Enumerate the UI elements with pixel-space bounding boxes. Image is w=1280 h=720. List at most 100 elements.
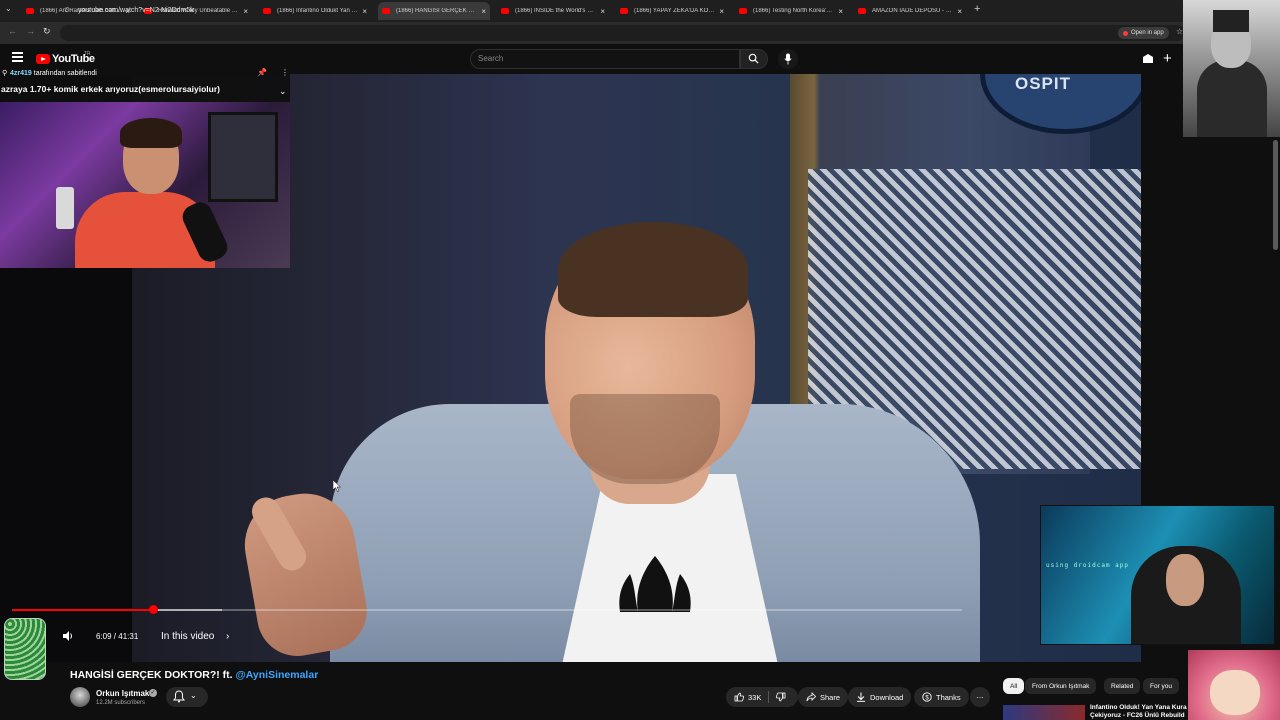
more-horiz-icon: ⋯ [976, 692, 984, 702]
photo-coat [1197, 60, 1267, 137]
forward-arrow-icon[interactable]: → [26, 26, 35, 36]
cat-photo-overlay [1188, 650, 1280, 720]
secondary-webcam [1040, 505, 1275, 645]
chip-for-you[interactable]: For you [1143, 678, 1180, 694]
pinned-message: azraya 1.70+ komik erkek arıyoruz(esmero… [1, 84, 220, 94]
close-tab-icon[interactable]: × [719, 7, 724, 16]
download-label: Download [870, 692, 904, 702]
webcam-person-hair [120, 118, 182, 148]
browser-tab[interactable]: AMAZON İADE DEPOSU - ÜRÜ...× [854, 2, 966, 20]
browser-tab[interactable]: (1866) Testing North Korea's ill... × [735, 2, 847, 20]
reload-icon[interactable]: ↻ [43, 26, 51, 37]
chapter-button[interactable]: In this video [161, 631, 214, 642]
bell-icon [173, 690, 185, 703]
address-bar: ← → ↻ [0, 22, 1280, 44]
search-icon [748, 53, 759, 64]
chat-username: 4zr419 [10, 70, 32, 77]
close-tab-icon[interactable]: × [600, 7, 605, 16]
subscriber-count: 12.2M subscribers [96, 700, 146, 706]
share-button[interactable]: Share [798, 687, 849, 707]
browser-tab[interactable]: (1866) YAPAY ZEKA'DA KORKU...× [616, 2, 728, 20]
chip-from-channel[interactable]: From Orkun Işıtmak [1025, 678, 1097, 694]
chevron-right-icon[interactable]: › [226, 631, 229, 642]
youtube-favicon-icon [501, 8, 509, 14]
adidas-logo-icon [619, 556, 691, 612]
chip-all[interactable]: All [1003, 678, 1025, 694]
youtube-favicon-icon [382, 8, 390, 14]
menu-icon[interactable] [12, 52, 23, 64]
thanks-icon: $ [922, 692, 932, 702]
channel-avatar[interactable] [70, 687, 90, 707]
video-title: HANGİSİ GERÇEK DOKTOR?! ft. @AyniSinemal… [70, 669, 318, 681]
close-tab-icon[interactable]: × [481, 7, 486, 16]
pin-icon[interactable]: 📌 [257, 68, 267, 77]
new-tab-button[interactable]: + [974, 3, 980, 15]
tab-list-chevron-icon[interactable]: ⌄ [5, 4, 12, 13]
share-icon [806, 692, 816, 702]
pinned-by: 4zr419 tarafından sabitlendi [10, 70, 97, 77]
youtube-favicon-icon [26, 8, 34, 14]
search-input[interactable]: Search [478, 54, 503, 63]
site-info-icon[interactable]: ⚙ [64, 6, 73, 15]
close-tab-icon[interactable]: × [957, 7, 962, 16]
webcam-watermark: using droidcam app [1046, 562, 1130, 569]
close-tab-icon[interactable]: × [243, 7, 248, 16]
microphone-icon [784, 53, 792, 65]
video-person-hair [558, 222, 748, 317]
create-plus-icon[interactable]: + [1163, 50, 1172, 67]
pin-small-icon: ⚲ [2, 70, 8, 77]
url-text[interactable]: youtube.com/watch?v=N2-Ni2Ddm5k [78, 7, 194, 14]
search-box[interactable] [470, 49, 740, 69]
youtube-play-icon [36, 54, 50, 64]
like-count[interactable]: 33K [748, 693, 761, 702]
channel-name[interactable]: Orkun Işıtmak [96, 689, 149, 698]
cast-icon[interactable] [1142, 53, 1154, 65]
app-icon [1123, 30, 1128, 36]
url-box[interactable] [60, 25, 1185, 41]
close-tab-icon[interactable]: × [362, 7, 367, 16]
historic-photo-overlay [1183, 0, 1280, 137]
back-arrow-icon[interactable]: ← [8, 26, 17, 36]
thumbs-down-icon[interactable] [776, 692, 786, 702]
video-title-text: HANGİSİ GERÇEK DOKTOR?! ft. [70, 669, 233, 681]
photo-hat [1213, 10, 1249, 32]
like-dislike-group: 33K [726, 687, 798, 707]
webcam2-face [1166, 554, 1204, 606]
time-display: 6:09 / 41:31 [96, 632, 139, 641]
video-sign-text: OSPIT [1015, 74, 1072, 93]
share-label: Share [820, 692, 841, 702]
recommendation-thumbnail[interactable] [1003, 705, 1085, 720]
open-in-app-button[interactable]: Open in app [1118, 27, 1169, 39]
youtube-favicon-icon [739, 8, 747, 14]
more-actions-button[interactable]: ⋯ [970, 687, 990, 707]
close-tab-icon[interactable]: × [838, 7, 843, 16]
browser-tab[interactable]: (1866) Infantino Oldukt Yan Yan... × [259, 2, 371, 20]
thanks-button[interactable]: $ Thanks [914, 687, 969, 707]
browser-tab-active[interactable]: (1866) HANGİSİ GERÇEK DOKTO...× [378, 2, 490, 20]
cat-face [1210, 670, 1260, 715]
more-vert-icon[interactable]: ⋮ [281, 68, 289, 77]
download-button[interactable]: Download [848, 687, 912, 707]
chevron-down-icon: ⌄ [190, 691, 197, 700]
like-divider [768, 691, 769, 703]
youtube-favicon-icon [858, 8, 866, 14]
chevron-down-icon[interactable]: ⌄ [279, 86, 287, 97]
recommendation-title[interactable]: Infantino Olduk! Yan Yana Kura Çekiyoruz… [1090, 704, 1188, 720]
youtube-favicon-icon [620, 8, 628, 14]
pinned-suffix: tarafından sabitlendi [33, 70, 97, 77]
download-icon [857, 692, 865, 702]
page-scrollbar[interactable] [1273, 140, 1278, 250]
progress-fill [12, 609, 153, 611]
youtube-favicon-icon [263, 8, 271, 14]
thanks-label: Thanks [936, 692, 961, 702]
title-mention-link[interactable]: @AyniSinemalar [235, 669, 318, 681]
video-person-beard [570, 394, 720, 484]
mouse-cursor-icon [333, 480, 341, 492]
browser-tab[interactable]: (1866) INSIDE the World's Most... × [497, 2, 609, 20]
progress-scrubber[interactable] [148, 605, 158, 614]
volume-icon[interactable] [62, 630, 74, 642]
chip-related[interactable]: Related [1104, 678, 1141, 694]
thumbs-up-icon[interactable] [734, 692, 744, 702]
energy-can-overlay [4, 618, 46, 680]
region-code: TR [84, 51, 91, 57]
